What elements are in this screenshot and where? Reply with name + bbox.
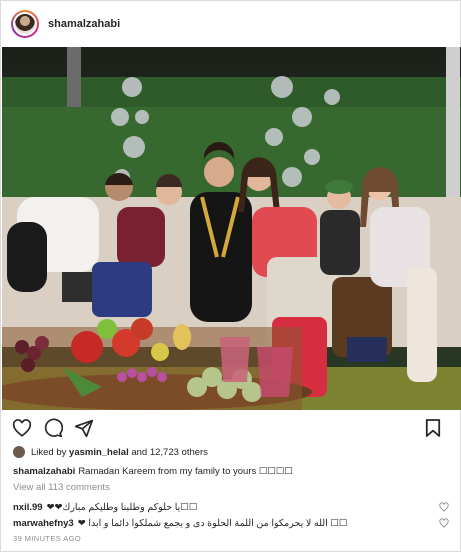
post-actions	[1, 413, 460, 443]
post-username[interactable]: shamalzahabi	[48, 18, 120, 30]
caption-text: Ramadan Kareem from my family to yours ☐…	[78, 466, 293, 477]
family-photo-illustration	[2, 47, 461, 410]
profile-avatar[interactable]	[11, 10, 39, 38]
liked-by-username[interactable]: yasmin_helal	[69, 447, 129, 458]
comment-text: ❤ الله لا يحرمكوا من اللمة الحلوة دى و ي…	[77, 517, 348, 529]
view-all-comments-link[interactable]: View all 113 comments	[13, 482, 110, 493]
profile-avatar-image	[13, 12, 37, 36]
comment-row: marwahefny3 ❤ الله لا يحرمكوا من اللمة ا…	[13, 516, 453, 530]
comment-icon[interactable]	[42, 417, 64, 439]
share-icon[interactable]	[73, 417, 95, 439]
comment-like-heart-icon[interactable]	[439, 502, 449, 512]
post-timestamp: 39 MINUTES AGO	[13, 534, 82, 543]
comment-username[interactable]: marwahefny3	[13, 518, 74, 529]
post-header: shamalzahabi	[1, 1, 460, 47]
comment-username[interactable]: nxil.99	[13, 502, 43, 513]
comment-text: ❤❤يا حلوكم وطلبنا وطليكم مبارك☐☐	[46, 501, 198, 513]
bookmark-icon[interactable]	[422, 417, 444, 439]
post-card: shamalzahabi Liked by yasmin_helal and 1…	[0, 0, 461, 552]
post-photo[interactable]	[2, 47, 461, 410]
likes-prefix: Liked by	[31, 446, 67, 458]
liker-avatar[interactable]	[13, 446, 25, 458]
caption-username[interactable]: shamalzahabi	[13, 466, 75, 477]
comment-like-heart-icon[interactable]	[439, 518, 449, 528]
heart-icon[interactable]	[11, 417, 33, 439]
likes-count[interactable]: and 12,723 others	[131, 447, 208, 458]
comment-row: nxil.99 ❤❤يا حلوكم وطلبنا وطليكم مبارك☐☐	[13, 500, 453, 514]
likes-summary: Liked by yasmin_helal and 12,723 others	[13, 445, 208, 459]
post-caption: shamalzahabi Ramadan Kareem from my famil…	[13, 466, 293, 477]
